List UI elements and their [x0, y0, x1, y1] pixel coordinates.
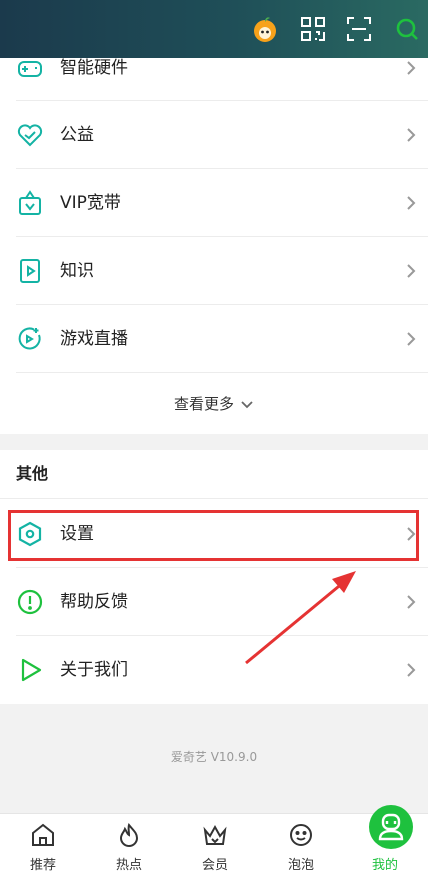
menu-item-label: VIP宽带 — [60, 193, 121, 213]
heart-check-icon — [17, 124, 43, 147]
menu-item-knowledge[interactable]: 知识 — [0, 237, 428, 305]
tab-label: 会员 — [201, 858, 228, 873]
tab-label: 泡泡 — [287, 858, 314, 873]
menu-item-vip-broadband[interactable]: VIP宽带 — [0, 169, 428, 237]
settings-highlight-box — [8, 510, 419, 561]
broadband-icon — [19, 190, 41, 215]
menu-item-label: 游戏直播 — [60, 329, 128, 349]
see-more-label: 查看更多 — [173, 395, 234, 413]
menu-item-label: 公益 — [60, 125, 94, 145]
annotation-arrow — [245, 571, 356, 665]
version-text: 爱奇艺 V10.9.0 — [170, 750, 258, 764]
menu-item-smart-hardware[interactable]: 智能硬件 — [0, 34, 428, 102]
tab-label: 热点 — [115, 858, 142, 873]
profile-fab[interactable] — [369, 805, 413, 849]
book-icon — [20, 259, 40, 283]
exclamation-circle-icon — [17, 589, 43, 615]
crown-icon — [203, 824, 227, 845]
face-bubble-icon — [290, 824, 312, 846]
tab-hot[interactable]: 热点 — [86, 814, 172, 876]
bottom-tab-bar: 推荐 热点 会员 泡泡 我的 — [0, 813, 428, 876]
tab-label: 我的 — [371, 858, 398, 873]
see-more-button[interactable]: 查看更多 — [0, 374, 428, 434]
tab-recommend[interactable]: 推荐 — [0, 814, 86, 876]
profile-icon — [378, 813, 404, 841]
chevron-right-icon — [407, 595, 416, 609]
divider — [0, 498, 428, 499]
flame-icon — [119, 822, 139, 847]
divider — [16, 372, 428, 373]
menu-item-label: 智能硬件 — [60, 58, 128, 78]
chevron-right-icon — [407, 196, 416, 210]
menu-item-label: 关于我们 — [60, 660, 128, 680]
chevron-down-icon — [241, 400, 253, 408]
menu-item-game-live[interactable]: 游戏直播 — [0, 305, 428, 373]
home-icon — [32, 823, 54, 846]
chevron-right-icon — [407, 663, 416, 677]
chevron-right-icon — [407, 128, 416, 142]
menu-item-charity[interactable]: 公益 — [0, 101, 428, 169]
menu-item-label: 知识 — [60, 261, 94, 281]
chevron-right-icon — [407, 264, 416, 278]
tab-member[interactable]: 会员 — [172, 814, 258, 876]
chevron-right-icon — [407, 61, 416, 75]
menu-item-label: 帮助反馈 — [60, 592, 128, 612]
chevron-right-icon — [407, 332, 416, 346]
section-title-other: 其他 — [16, 464, 49, 483]
gamepad-icon — [18, 61, 42, 77]
tab-label: 推荐 — [29, 858, 56, 873]
game-live-icon — [18, 327, 41, 350]
play-triangle-icon — [21, 658, 42, 682]
tab-bubble[interactable]: 泡泡 — [258, 814, 344, 876]
